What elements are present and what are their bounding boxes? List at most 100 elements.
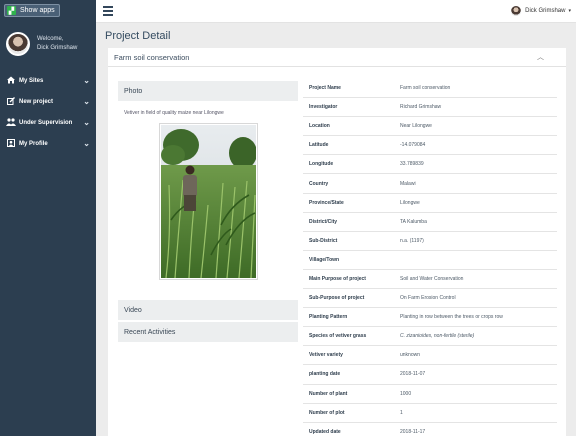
chevron-down-icon: ⌄ — [83, 97, 90, 106]
sidebar-profile: Welcome, Dick Grimshaw — [6, 32, 77, 56]
detail-row: Planting Pattern Planting in row between … — [303, 308, 557, 328]
detail-label: Longitude — [309, 161, 334, 168]
detail-value: 1 — [400, 409, 403, 416]
caret-down-icon: ▾ — [568, 8, 571, 14]
avatar — [511, 6, 522, 16]
detail-row: Vetiver variety unknown — [303, 346, 557, 366]
sidebar-item-label: New project — [19, 98, 54, 105]
home-icon — [6, 76, 15, 86]
detail-label: planting date — [309, 371, 341, 378]
detail-value: unknown — [400, 352, 421, 359]
apps-icon: ▞ — [7, 6, 16, 15]
detail-label: Investigator — [309, 104, 338, 111]
sidebar-item-under-supervision[interactable]: Under Supervision ⌄ — [0, 112, 96, 133]
sidebar: ▞ Show apps Welcome, Dick Grimshaw My Si… — [0, 0, 96, 436]
detail-row: Latitude -14.079084 — [303, 136, 557, 156]
detail-value: -14.079084 — [400, 142, 426, 149]
media-column: Photo Vetiver in field of quality maize … — [118, 81, 298, 342]
sidebar-item-my-sites[interactable]: My Sites ⌄ — [0, 70, 96, 91]
detail-label: Village/Town — [309, 256, 340, 263]
detail-row: Village/Town — [303, 251, 557, 270]
detail-row: Sub-District n.a. (1197) — [303, 232, 557, 251]
detail-row: Number of plot 1 — [303, 404, 557, 423]
photo-heading[interactable]: Photo — [118, 81, 298, 101]
project-card-title: Farm soil conservation — [114, 52, 190, 62]
detail-value: Near Lilongwe — [400, 123, 432, 130]
detail-row: Sub-Purpose of project On Farm Erosion Co… — [303, 289, 557, 309]
user-menu[interactable]: Dick Grimshaw ▾ — [511, 6, 571, 16]
detail-label: District/City — [309, 218, 338, 225]
detail-row: Location Near Lilongwe — [303, 117, 557, 137]
detail-row: District/City TA Kalumba — [303, 213, 557, 232]
detail-label: Sub-Purpose of project — [309, 295, 365, 302]
chevron-up-icon[interactable]: ︿ — [537, 52, 544, 62]
detail-value: n.a. (1197) — [400, 237, 424, 244]
detail-label: Province/State — [309, 199, 344, 206]
user-name: Dick Grimshaw — [525, 8, 566, 14]
page-title: Project Detail — [105, 30, 171, 42]
sidebar-item-label: My Profile — [19, 140, 48, 147]
sidebar-item-label: Under Supervision — [19, 119, 73, 126]
avatar[interactable] — [6, 32, 30, 56]
detail-value: On Farm Erosion Control — [400, 295, 456, 302]
detail-row: Longitude 33.789839 — [303, 155, 557, 175]
detail-value: Soil and Water Conservation — [400, 275, 464, 282]
detail-row: Country Malawi — [303, 174, 557, 194]
detail-row: Province/State Lilongwe — [303, 194, 557, 213]
top-bar: Dick Grimshaw ▾ — [96, 0, 576, 23]
detail-value: Malawi — [400, 180, 416, 187]
detail-value: 33.789839 — [400, 161, 424, 168]
detail-label: Vetiver variety — [309, 352, 343, 359]
welcome-username: Dick Grimshaw — [37, 45, 78, 51]
project-card-header[interactable]: Farm soil conservation ︿ — [108, 48, 566, 67]
show-apps-button[interactable]: ▞ Show apps — [4, 4, 60, 17]
detail-row: Project Name Farm soil conservation — [303, 79, 557, 99]
users-icon — [6, 117, 16, 128]
detail-value: 2018-11-17 — [400, 428, 426, 435]
detail-value: Richard Grimshaw — [400, 104, 442, 111]
detail-label: Species of vetiver grass — [309, 333, 367, 340]
detail-value: TA Kalumba — [400, 218, 427, 225]
detail-label: Number of plot — [309, 409, 345, 416]
chevron-down-icon: ⌄ — [83, 139, 90, 148]
show-apps-label: Show apps — [20, 7, 55, 14]
sidebar-item-my-profile[interactable]: My Profile ⌄ — [0, 133, 96, 154]
welcome-greeting: Welcome, — [37, 36, 64, 42]
detail-row: Species of vetiver grass C. zizanioides, … — [303, 327, 557, 347]
menu-toggle-icon[interactable] — [103, 6, 113, 16]
detail-label: Planting Pattern — [309, 314, 348, 321]
detail-label: Main Purpose of project — [309, 275, 366, 282]
detail-value: Lilongwe — [400, 199, 420, 206]
user-icon — [6, 138, 15, 149]
sidebar-item-label: My Sites — [19, 77, 44, 84]
project-details-table: Project Name Farm soil conservation Invest… — [303, 79, 557, 436]
photo-caption: Vetiver in field of quality maize near L… — [124, 110, 224, 116]
chevron-down-icon: ⌄ — [83, 118, 90, 127]
edit-icon — [6, 96, 15, 107]
detail-row: Number of plant 1000 — [303, 385, 557, 404]
detail-value: C. zizanioides, non-fertile (sterile) — [400, 333, 475, 340]
detail-label: Country — [309, 180, 329, 187]
detail-label: Number of plant — [309, 390, 348, 397]
detail-row: Updated date 2018-11-17 — [303, 423, 557, 436]
recent-activities-heading[interactable]: Recent Activities — [118, 322, 298, 342]
detail-label: Project Name — [309, 85, 341, 92]
detail-value: Planting in row between the trees or cro… — [400, 314, 503, 321]
detail-value: 1000 — [400, 390, 412, 397]
welcome-text: Welcome, Dick Grimshaw — [37, 35, 77, 53]
detail-value: Farm soil conservation — [400, 85, 451, 92]
detail-label: Sub-District — [309, 237, 338, 244]
detail-row: Investigator Richard Grimshaw — [303, 98, 557, 118]
chevron-down-icon: ⌄ — [83, 76, 90, 85]
project-photo[interactable] — [159, 123, 258, 280]
detail-row: planting date 2018-11-07 — [303, 365, 557, 385]
photo-image — [161, 125, 256, 278]
detail-label: Location — [309, 123, 330, 130]
video-heading[interactable]: Video — [118, 300, 298, 320]
detail-label: Updated date — [309, 428, 341, 435]
project-card: Farm soil conservation ︿ Photo Vetiver i… — [108, 48, 566, 436]
sidebar-item-new-project[interactable]: New project ⌄ — [0, 91, 96, 112]
detail-label: Latitude — [309, 142, 329, 149]
sidebar-nav: My Sites ⌄ New project ⌄ Under Supervisi… — [0, 70, 96, 154]
detail-value: 2018-11-07 — [400, 371, 426, 378]
